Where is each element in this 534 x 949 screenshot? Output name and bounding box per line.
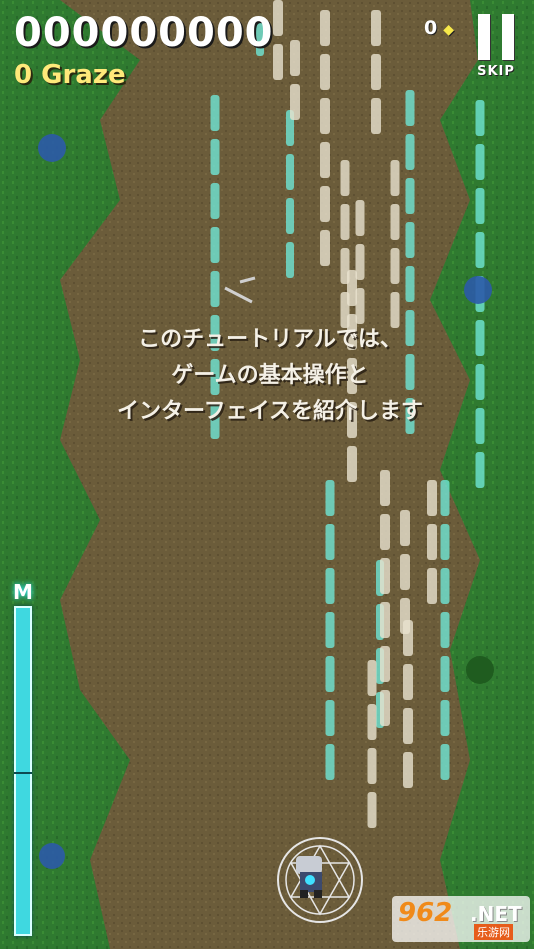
laser-segment — [286, 242, 294, 278]
laser-segment — [440, 656, 450, 692]
laser-segment — [380, 690, 390, 726]
laser-segment — [400, 510, 410, 546]
magic-meter: M — [8, 570, 38, 940]
laser-segment — [440, 568, 450, 604]
laser-segment — [380, 470, 390, 506]
laser-segment — [325, 524, 335, 560]
laser-segment — [320, 54, 330, 90]
laser-segment — [475, 188, 485, 224]
laser-segment — [320, 10, 330, 46]
laser-segment — [380, 558, 390, 594]
laser-segment — [400, 554, 410, 590]
laser-segment — [440, 744, 450, 780]
laser-segment — [475, 144, 485, 180]
laser-segment — [325, 568, 335, 604]
laser-segment — [390, 160, 400, 196]
laser-segment — [405, 134, 415, 170]
laser-segment — [403, 752, 413, 788]
gem-counter: 0 ◆ — [424, 17, 454, 39]
laser-segment — [320, 230, 330, 266]
laser-segment — [320, 186, 330, 222]
tutorial-line: このチュートリアルでは、 — [138, 327, 402, 352]
dirt-path — [60, 0, 480, 949]
watermark-brand: 962 — [398, 898, 453, 928]
watermark-suffix: .NET — [470, 902, 522, 926]
laser-segment — [273, 0, 283, 36]
laser-segment — [367, 748, 377, 784]
laser-segment — [403, 664, 413, 700]
laser-segment — [371, 54, 381, 90]
laser-segment — [403, 708, 413, 744]
laser-segment — [427, 524, 437, 560]
laser-segment — [367, 660, 377, 696]
meter-fill — [14, 606, 32, 936]
game-field — [0, 0, 534, 949]
pause-bar-icon — [478, 14, 490, 60]
laser-segment — [440, 524, 450, 560]
pause-bar-icon — [502, 14, 514, 60]
shrub-flower — [464, 276, 492, 304]
laser-segment — [340, 160, 350, 196]
skip-button[interactable]: SKIP — [472, 12, 520, 82]
graze-counter: 0 Graze — [14, 60, 126, 90]
diamond-icon: ◆ — [443, 22, 455, 38]
laser-segment — [403, 620, 413, 656]
laser-segment — [475, 232, 485, 268]
shrub-flower — [39, 843, 65, 869]
shrub-green — [466, 656, 494, 684]
laser-segment — [380, 646, 390, 682]
laser-segment — [390, 204, 400, 240]
tutorial-line: インターフェイスを紹介します — [116, 399, 424, 424]
laser-segment — [440, 612, 450, 648]
laser-segment — [210, 183, 220, 219]
laser-segment — [440, 480, 450, 516]
skip-label: SKIP — [477, 64, 515, 79]
laser-segment — [320, 142, 330, 178]
meter-tick — [14, 772, 32, 774]
laser-segment — [475, 100, 485, 136]
laser-segment — [210, 139, 220, 175]
laser-segment — [325, 612, 335, 648]
laser-segment — [380, 602, 390, 638]
laser-segment — [405, 222, 415, 258]
laser-segment — [405, 178, 415, 214]
laser-segment — [367, 704, 377, 740]
laser-segment — [320, 98, 330, 134]
laser-segment — [440, 700, 450, 736]
laser-segment — [210, 227, 220, 263]
laser-segment — [325, 700, 335, 736]
laser-segment — [367, 792, 377, 828]
tutorial-message: このチュートリアルでは、 ゲームの基本操作と インターフェイスを紹介します — [60, 322, 480, 430]
score-counter: 000000000 — [14, 10, 274, 56]
watermark-sub: 乐游网 — [474, 924, 513, 940]
laser-segment — [427, 480, 437, 516]
laser-segment — [210, 95, 220, 131]
laser-segment — [347, 270, 357, 306]
laser-segment — [355, 200, 365, 236]
laser-segment — [390, 248, 400, 284]
gem-count: 0 — [424, 17, 438, 39]
laser-segment — [347, 446, 357, 482]
laser-segment — [325, 744, 335, 780]
tutorial-line: ゲームの基本操作と — [171, 363, 369, 388]
laser-segment — [210, 271, 220, 307]
laser-segment — [371, 98, 381, 134]
laser-segment — [325, 656, 335, 692]
shrub-flower — [38, 134, 66, 162]
laser-segment — [340, 204, 350, 240]
laser-segment — [273, 44, 283, 80]
laser-segment — [325, 480, 335, 516]
site-watermark: 962 .NET 乐游网 — [392, 896, 530, 942]
laser-segment — [286, 154, 294, 190]
laser-segment — [380, 514, 390, 550]
laser-segment — [475, 452, 485, 488]
meter-label: M — [13, 580, 33, 604]
laser-segment — [427, 568, 437, 604]
laser-segment — [405, 266, 415, 302]
laser-segment — [290, 84, 300, 120]
laser-segment — [405, 90, 415, 126]
laser-segment — [371, 10, 381, 46]
laser-segment — [286, 198, 294, 234]
laser-segment — [290, 40, 300, 76]
